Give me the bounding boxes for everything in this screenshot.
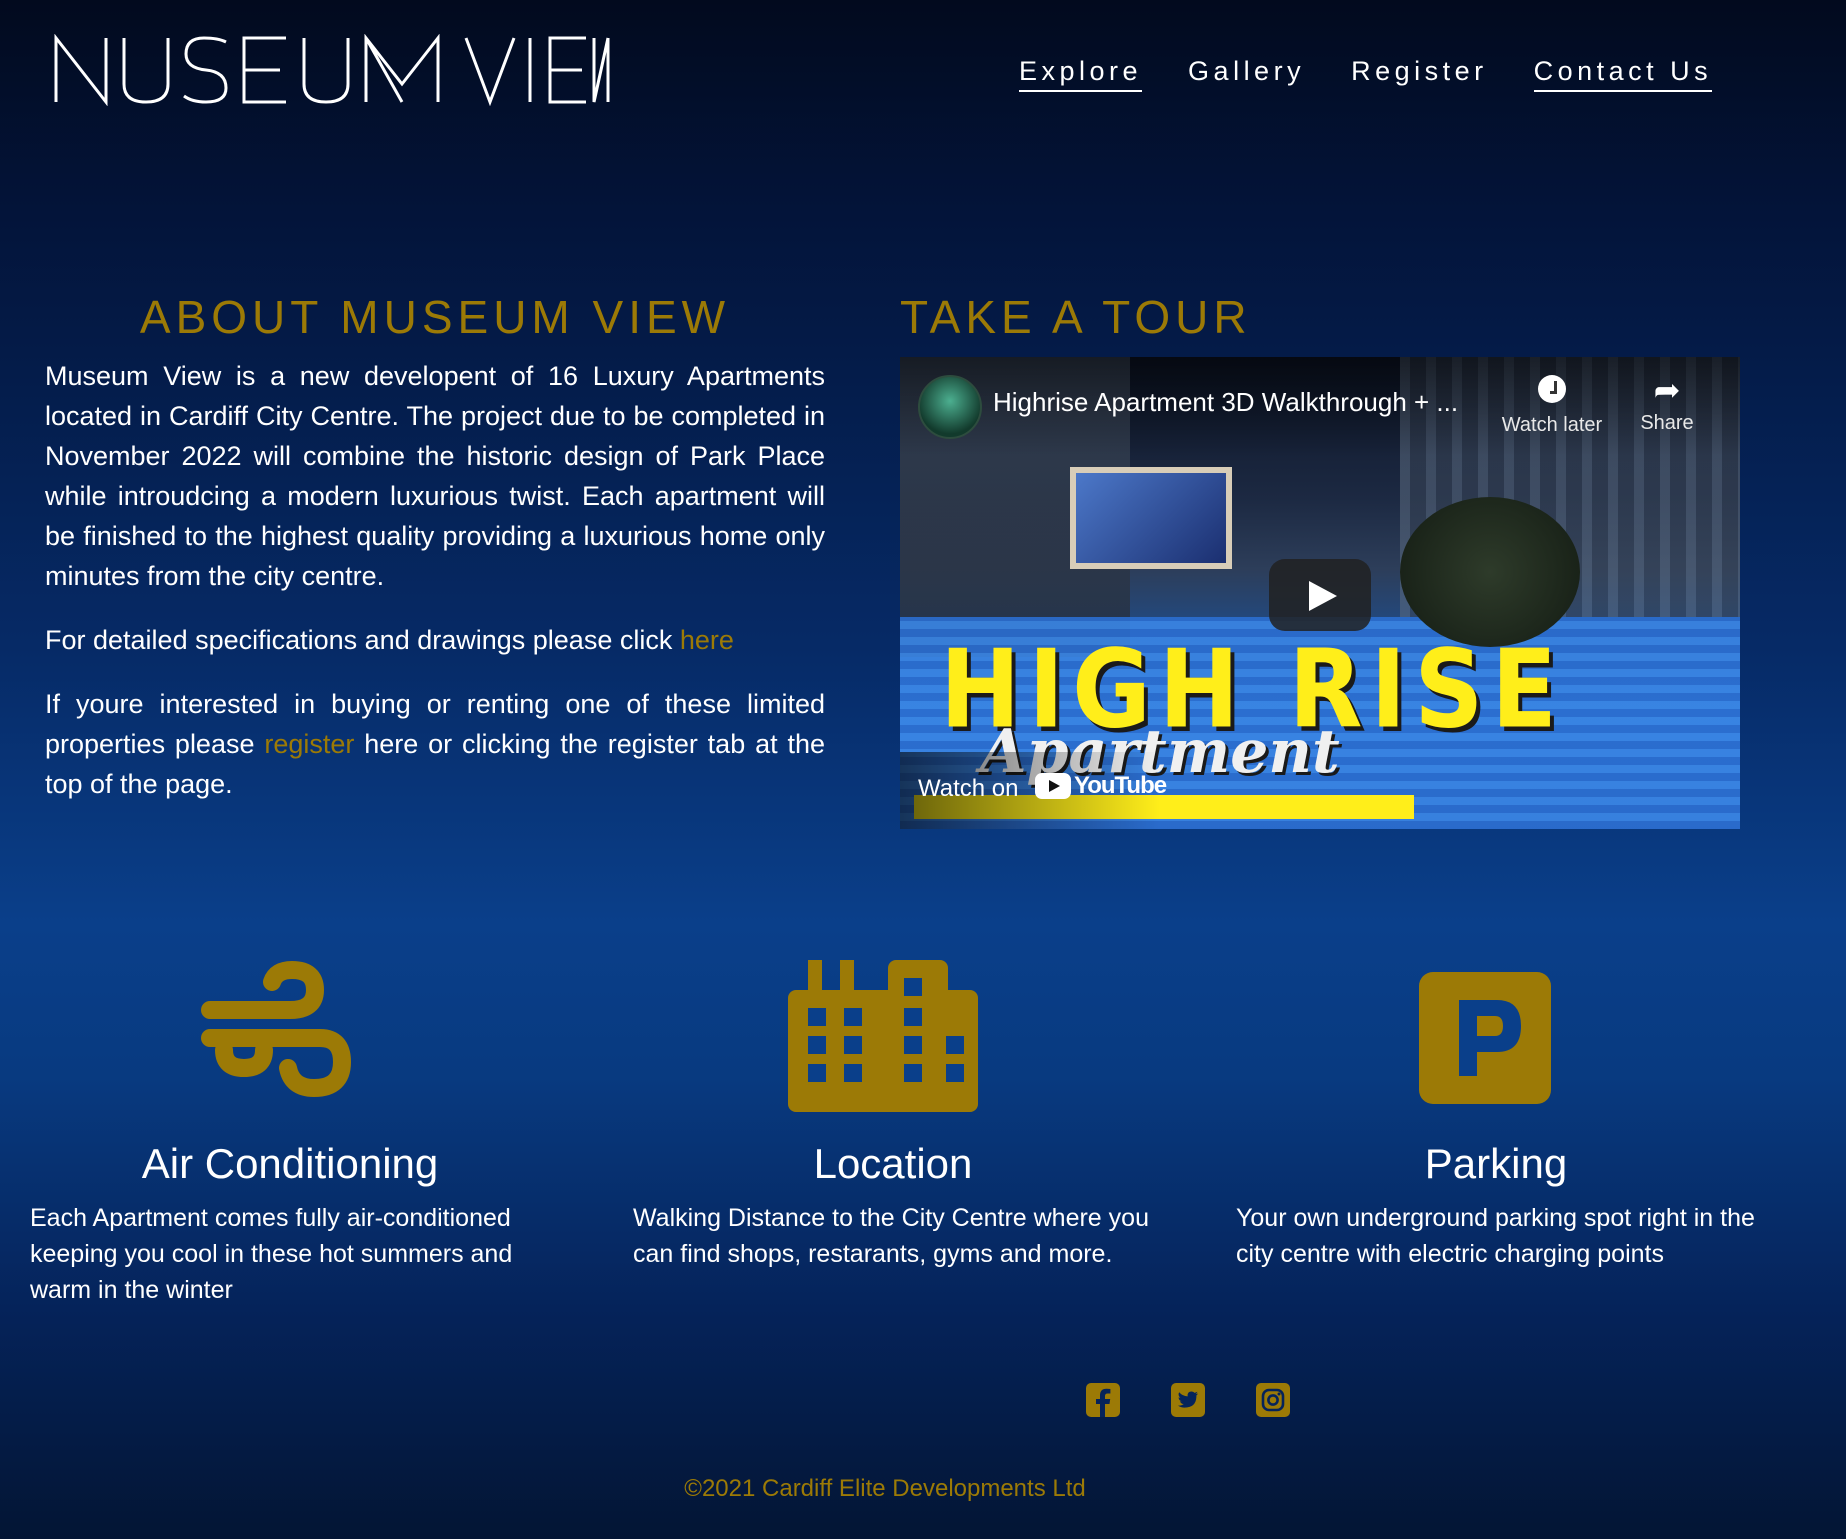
play-button-icon[interactable] [1269,559,1371,631]
video-thumbnail-tree [1400,497,1580,647]
nav-register[interactable]: Register [1351,54,1488,92]
copyright: ©2021 Cardiff Elite Developments Ltd [684,1475,1086,1502]
nav-gallery[interactable]: Gallery [1188,54,1305,92]
about-paragraph-1: Museum View is a new developent of 16 Lu… [45,361,825,591]
feature-description: Walking Distance to the City Centre wher… [633,1204,1149,1268]
video-embed[interactable]: HIGH RISE Apartment Highrise Apartment 3… [900,357,1740,829]
channel-avatar-icon[interactable] [918,375,982,439]
youtube-wordmark: YouTube [1074,772,1167,799]
watch-later-label: Watch later [1501,414,1603,436]
feature-title: Parking [1424,1140,1568,1187]
main-nav: Explore Gallery Register Contact Us [1019,54,1713,92]
wind-icon [200,960,354,1104]
social-links [1086,1383,1341,1417]
feature-description: Each Apartment comes fully air-condition… [30,1204,513,1304]
twitter-icon[interactable] [1171,1383,1205,1417]
share-arrow-icon: ➦ [1653,372,1681,408]
youtube-play-icon [1035,773,1071,799]
parking-icon [1419,972,1551,1104]
about-heading: ABOUT MUSEUM VIEW [139,291,731,343]
facebook-icon[interactable] [1086,1383,1120,1417]
share-button[interactable]: ➦ Share [1622,372,1712,435]
feature-title: Air Conditioning [141,1140,439,1187]
specifications-link[interactable]: here [680,625,734,655]
about-paragraph-2-text: For detailed specifications and drawings… [45,625,680,655]
video-title[interactable]: Highrise Apartment 3D Walkthrough + ... [993,387,1458,418]
instagram-icon[interactable] [1256,1383,1290,1417]
about-paragraph-2: For detailed specifications and drawings… [45,620,825,660]
about-paragraph-3: If youre interested in buying or renting… [45,684,825,804]
nav-explore[interactable]: Explore [1019,54,1143,92]
watch-on-label[interactable]: Watch on [918,775,1019,803]
watch-later-button[interactable]: Watch later [1497,375,1607,437]
tour-heading: TAKE A TOUR [900,291,1252,343]
register-link[interactable]: register [264,729,354,759]
feature-title: Location [813,1140,973,1187]
nav-contact-us[interactable]: Contact Us [1533,54,1713,92]
about-body: Museum View is a new developent of 16 Lu… [45,356,825,828]
site-logo[interactable]: MUSEUM VIEW [54,34,610,106]
logo-wordmark [54,34,610,106]
feature-description: Your own underground parking spot right … [1236,1204,1755,1268]
video-thumbnail-screen [1070,467,1232,569]
youtube-logo-icon[interactable]: YouTube [1035,772,1167,800]
clock-icon [1538,375,1566,403]
share-label: Share [1640,412,1694,434]
city-buildings-icon [788,960,978,1112]
